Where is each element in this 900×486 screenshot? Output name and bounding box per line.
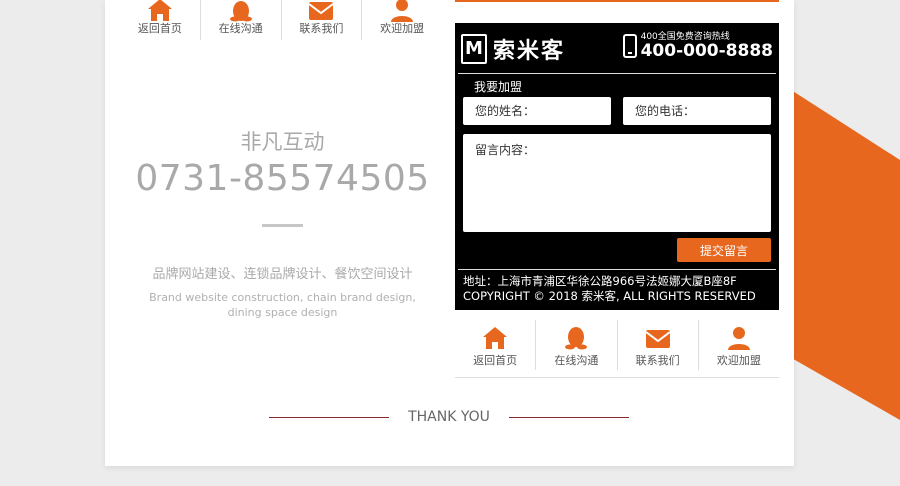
separator [455,377,779,378]
nav-item-join[interactable]: 欢迎加盟 [362,0,442,40]
thank-you-text: THANK YOU [408,409,490,425]
phone-icon [622,34,637,58]
accent-line [455,0,779,2]
hotline-number: 400-000-8888 [640,41,773,61]
nav-item-chat[interactable]: 在线沟通 [201,0,282,40]
name-input[interactable] [463,97,611,125]
nav-item-home[interactable]: 返回首页 [120,0,201,40]
services-cn: 品牌网站建设、连锁品牌设计、餐饮空间设计 [152,267,413,282]
hotline: 400全国免费咨询热线 400-000-8888 [622,32,773,61]
nav-label: 欢迎加盟 [716,354,761,367]
nav-label: 联系我们 [299,22,344,35]
logo-mark: M [461,34,487,64]
nav-label: 欢迎加盟 [380,22,425,35]
company-phone: 0731-85574505 [135,158,430,199]
nav-item-contact[interactable]: 联系我们 [282,0,363,40]
brand-name: 索米客 [493,39,566,64]
thanks-line-left [269,417,389,418]
address: 地址：上海市青浦区华徐公路966号法姬娜大厦B座8F [463,274,737,288]
message-input[interactable] [463,134,771,232]
mail-icon [645,320,671,350]
services-en: Brand website construction, chain brand … [149,291,416,319]
nav-label: 返回首页 [473,354,518,367]
form-title: 我要加盟 [474,80,523,94]
home-icon [147,0,173,22]
qq-penguin-icon [563,320,589,350]
nav-item-chat[interactable]: 在线沟通 [536,320,618,370]
user-icon [389,0,415,22]
thanks-line-right [509,417,629,418]
top-nav: 返回首页 在线沟通 联系我们 欢迎加盟 [120,0,442,40]
copyright: COPYRIGHT © 2018 索米客, ALL RIGHTS RESERVE… [463,289,756,303]
submit-button[interactable]: 提交留言 [677,238,771,262]
company-info: 非凡互动 0731-85574505 [105,127,460,201]
mail-icon [308,0,334,22]
user-icon [726,320,752,350]
nav-label: 在线沟通 [554,354,599,367]
nav-label: 在线沟通 [218,22,263,35]
nav-item-home[interactable]: 返回首页 [455,320,537,370]
nav-item-contact[interactable]: 联系我们 [618,320,699,370]
bottom-nav: 返回首页 在线沟通 联系我们 欢迎加盟 [455,320,779,370]
brand-logo: M 索米客 [461,33,565,65]
separator [458,73,776,74]
phone-input[interactable] [623,97,771,125]
nav-item-join[interactable]: 欢迎加盟 [699,320,779,370]
nav-label: 返回首页 [137,22,182,35]
company-name: 非凡互动 [240,130,325,154]
home-icon [482,320,508,350]
divider [262,224,303,227]
separator [458,269,776,270]
join-panel: M 索米客 400全国免费咨询热线 400-000-8888 我要加盟 提交留言… [455,23,779,310]
qq-penguin-icon [228,0,254,22]
nav-label: 联系我们 [635,354,680,367]
